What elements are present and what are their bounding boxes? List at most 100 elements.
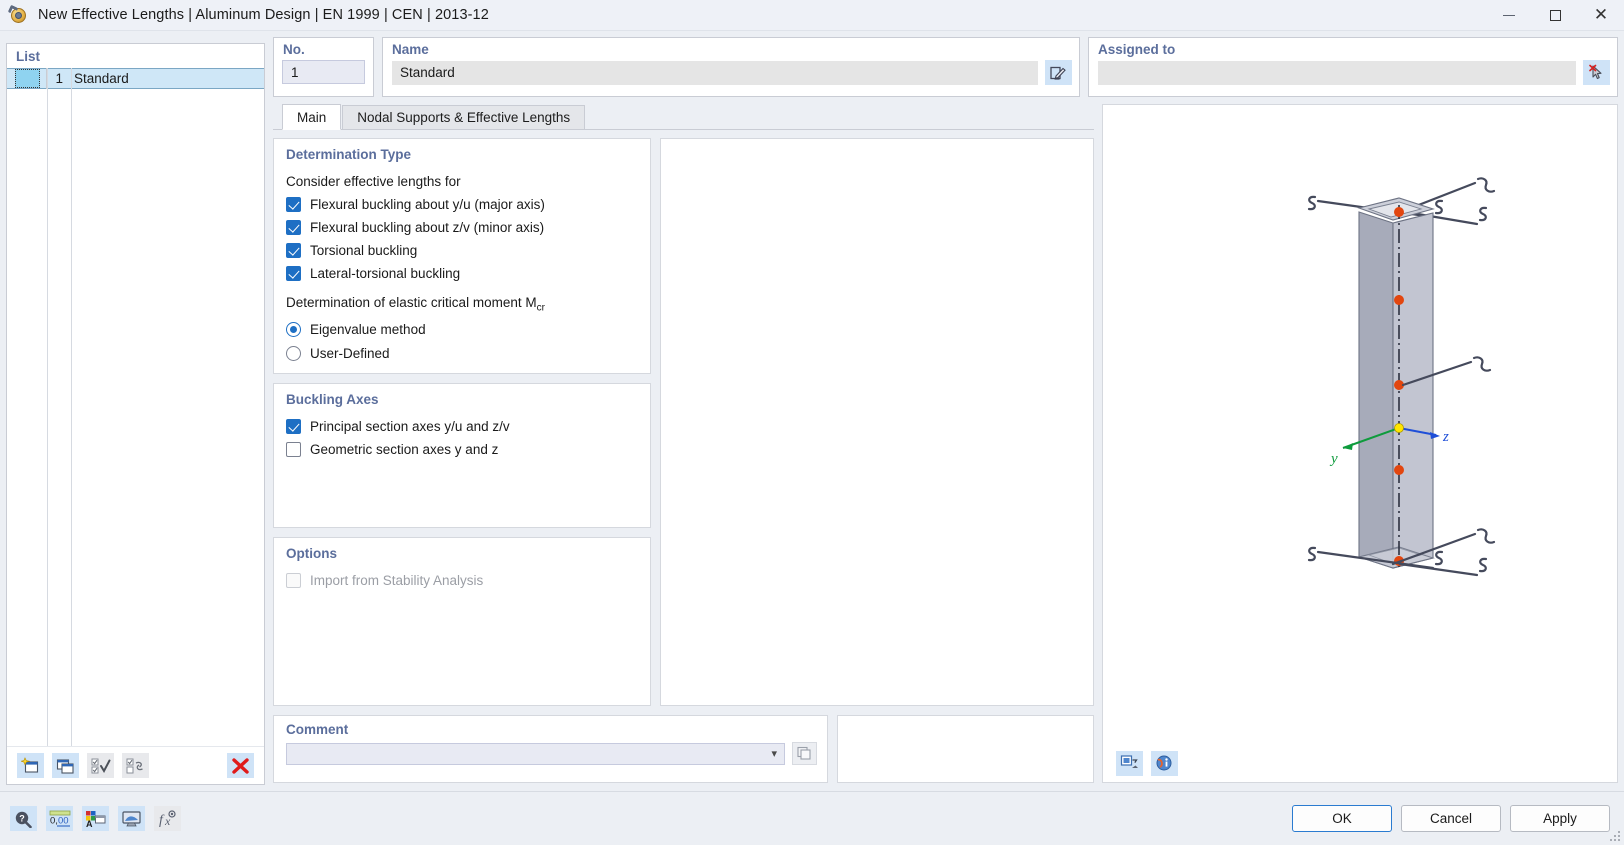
list-rows: 1 Standard [7,68,264,746]
main-area: List 1 Standard Main Nodal Supports & Ef… [0,43,1624,791]
app-icon [7,4,29,25]
render-view-icon[interactable] [1116,750,1143,776]
checkbox-principal-section-axes[interactable]: Principal section axes y/u and z/v [286,418,638,434]
radio-label: User-Defined [310,345,390,361]
comment-side-panel [837,715,1094,783]
checkbox-label: Import from Stability Analysis [310,572,484,588]
help-magnifier-icon[interactable]: ? [10,806,37,831]
checkbox-indicator[interactable] [286,418,301,434]
screen-icon[interactable] [118,806,145,831]
list-item[interactable]: 1 Standard [7,68,264,89]
maximize-button[interactable] [1532,0,1578,31]
resize-grip[interactable] [1610,831,1621,842]
checkbox-indicator[interactable] [286,243,301,258]
comment-row: Comment ▾ [273,715,1094,783]
tab-nodal-supports[interactable]: Nodal Supports & Effective Lengths [342,105,586,129]
determination-type-title: Determination Type [286,147,412,162]
checkbox-label: Flexural buckling about z/v (minor axis) [310,220,545,235]
comment-group: Comment ▾ [273,715,828,783]
pick-cursor-icon[interactable] [1583,60,1610,85]
elastic-critical-moment-text: Determination of elastic critical moment… [286,295,537,310]
radio-eigenvalue-method[interactable]: Eigenvalue method [286,321,638,337]
check-all-icon[interactable] [87,753,114,778]
svg-text:0,: 0, [50,815,58,826]
copy-comment-icon[interactable] [792,742,817,765]
viewport-toolbar [1103,744,1617,782]
checkbox-indicator[interactable] [286,441,301,457]
fx-icon[interactable]: f x [154,806,181,831]
list-item-color-swatch[interactable] [15,69,40,88]
checkbox-import-from-stability-analysis[interactable]: Import from Stability Analysis [286,572,638,588]
tab-content: Determination Type Consider effective le… [273,130,1094,706]
checkbox-label: Flexural buckling about y/u (major axis) [310,197,545,212]
model-viewport[interactable]: y z [1103,105,1617,744]
checkbox-flexural-z[interactable]: Flexural buckling about z/v (minor axis) [286,220,638,235]
checkbox-indicator[interactable] [286,266,301,281]
svg-text:?: ? [19,813,25,823]
checkbox-indicator[interactable] [286,197,301,212]
checkbox-torsional-buckling[interactable]: Torsional buckling [286,243,638,258]
window-controls: ✕ [1486,0,1624,31]
options-title: Options [286,545,337,561]
invert-check-icon[interactable] [122,753,149,778]
radio-indicator[interactable] [286,321,301,337]
radio-user-defined[interactable]: User-Defined [286,345,638,361]
tab-main[interactable]: Main [282,104,342,130]
name-field-group: Name Standard [382,37,1080,97]
tab-strip: Main Nodal Supports & Effective Lengths [273,104,1094,130]
checkbox-flexural-y[interactable]: Flexural buckling about y/u (major axis) [286,197,638,212]
number-field-group: No. 1 [273,37,374,97]
list-toolbar [7,746,264,784]
effective-lengths-dialog: New Effective Lengths | Aluminum Design … [0,0,1624,845]
list-title: List [16,49,41,64]
minimize-button[interactable] [1486,0,1532,31]
mcr-subscript: cr [536,302,545,314]
number-input[interactable]: 1 [282,60,365,84]
checkbox-geometric-section-axes[interactable]: Geometric section axes y and z [286,441,638,457]
checkbox-label: Torsional buckling [310,243,418,258]
titlebar: New Effective Lengths | Aluminum Design … [0,0,1624,31]
rename-icon[interactable] [1045,60,1072,85]
checkbox-label: Geometric section axes y and z [310,441,499,457]
ok-button[interactable]: OK [1292,805,1392,832]
name-input[interactable]: Standard [392,60,1038,85]
details-pane [660,138,1094,706]
radio-indicator[interactable] [286,345,301,361]
name-field-label: Name [392,42,429,57]
number-field-label: No. [283,42,305,57]
comment-input[interactable]: ▾ [286,742,785,765]
checkbox-indicator[interactable] [286,572,301,588]
list-item-name: Standard [74,71,129,86]
list-column: List 1 Standard [6,43,265,785]
axis-label-z: z [1442,429,1449,445]
list-item-number: 1 [55,71,63,86]
close-button[interactable]: ✕ [1578,0,1624,31]
options-group: Options Import from Stability Analysis [273,536,651,706]
checkbox-lateral-torsional-buckling[interactable]: Lateral-torsional buckling [286,266,638,281]
checkbox-indicator[interactable] [286,220,301,235]
apply-button[interactable]: Apply [1510,805,1610,832]
determination-type-group: Determination Type Consider effective le… [273,138,651,374]
checkbox-label: Principal section axes y/u and z/v [310,418,510,434]
dialog-action-buttons: OK Cancel Apply [1292,805,1610,832]
chevron-down-icon[interactable]: ▾ [771,747,777,760]
model-viewport-panel: y z [1102,104,1618,783]
content-column: Main Nodal Supports & Effective Lengths … [273,97,1094,791]
assigned-to-group: Assigned to [1088,37,1618,97]
list-column-lines [7,68,264,746]
new-window-icon[interactable] [17,753,44,778]
comment-title: Comment [286,722,349,737]
red-x-icon[interactable] [227,753,254,778]
window-title: New Effective Lengths | Aluminum Design … [38,7,489,23]
settings-pane: Determination Type Consider effective le… [273,138,651,706]
colors-icon[interactable]: A [82,806,109,831]
decimal-places-icon[interactable]: 0, 00 [46,806,73,831]
column-model-graphic: y z [1307,177,1496,577]
copy-window-icon[interactable] [52,753,79,778]
svg-text:00: 00 [58,815,69,826]
cancel-button[interactable]: Cancel [1401,805,1501,832]
assigned-to-input[interactable] [1098,60,1576,85]
buckling-axes-title: Buckling Axes [286,391,379,407]
list-panel: List 1 Standard [6,43,265,785]
info-globe-icon[interactable] [1151,750,1178,776]
